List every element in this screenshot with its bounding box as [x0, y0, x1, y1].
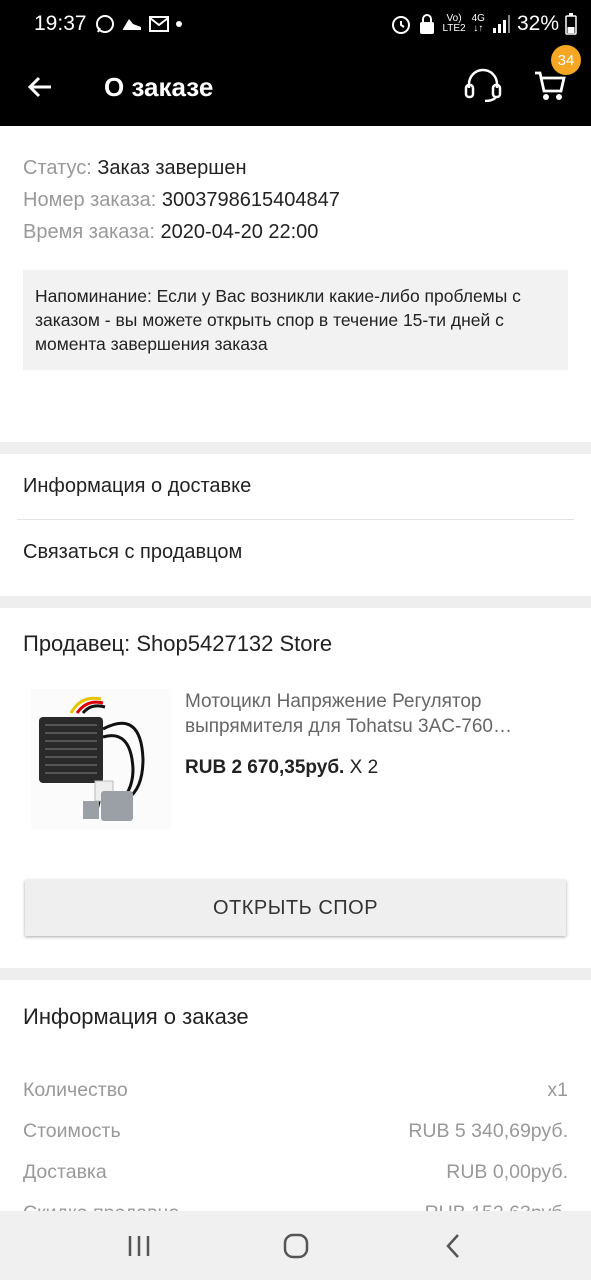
shipping-row: Доставка RUB 0,00руб.: [23, 1161, 568, 1183]
seller-discount-row: Скидка продавца- RUB 152,63руб.: [23, 1193, 568, 1211]
order-number: 3003798615404847: [161, 189, 340, 211]
cart-count-badge: 34: [551, 45, 581, 75]
product-name[interactable]: Мотоцикл Напряжение Регулятор выпрямител…: [185, 689, 565, 739]
dispute-reminder: Напоминание: Если у Вас возникли какие-л…: [23, 270, 568, 370]
signal-icon: [492, 15, 510, 33]
network-gen: 4G ↓↑: [471, 13, 485, 34]
app-bar: О заказе 34: [0, 45, 591, 126]
seller-title[interactable]: Продавец: Shop5427132 Store: [23, 608, 568, 657]
battery-percent: 32%: [516, 12, 559, 35]
order-menu: Информация о доставке Связаться с продав…: [0, 454, 591, 596]
product-item[interactable]: Мотоцикл Напряжение Регулятор выпрямител…: [23, 689, 568, 829]
order-info-title: Информация о заказе: [23, 1004, 249, 1029]
back-button[interactable]: [0, 48, 80, 126]
status-bar: 19:37 Vo) LTE2 4G ↓↑ 32%: [0, 0, 591, 48]
notification-icons: [95, 14, 183, 34]
back-arrow-icon: [27, 76, 51, 98]
lock-icon: [420, 14, 435, 34]
back-nav-icon: [445, 1233, 459, 1258]
status-time: 19:37: [34, 12, 87, 35]
recents-button[interactable]: [109, 1221, 169, 1271]
order-time: 2020-04-20 22:00: [160, 221, 319, 243]
system-nav-bar: [0, 1211, 591, 1280]
whatsapp-icon: [95, 15, 114, 33]
seller-card: Продавец: Shop5427132 Store Мотоцикл Нап…: [0, 608, 591, 968]
product-price-line: RUB 2 670,35руб. X 2: [185, 757, 565, 779]
dot-icon: [175, 21, 182, 27]
delivery-info-item[interactable]: Информация о доставке: [0, 454, 591, 519]
status-line: Статус: Заказ завершен: [23, 157, 247, 179]
home-button[interactable]: [266, 1221, 326, 1271]
headset-icon: [464, 68, 502, 102]
order-status-card: Статус: Заказ завершен Номер заказа: 300…: [0, 126, 591, 442]
order-number-line: Номер заказа: 3003798615404847: [23, 189, 340, 211]
network-label: Vo) LTE2: [442, 13, 466, 34]
open-dispute-button[interactable]: ОТКРЫТЬ СПОР: [25, 880, 566, 936]
order-time-line: Время заказа: 2020-04-20 22:00: [23, 221, 319, 243]
status-value: Заказ завершен: [97, 157, 247, 179]
order-content[interactable]: Статус: Заказ завершен Номер заказа: 300…: [0, 126, 591, 1211]
quantity-row: Количество x1: [23, 1079, 568, 1101]
product-image[interactable]: [31, 689, 171, 829]
home-icon: [283, 1233, 308, 1258]
contact-seller-item[interactable]: Связаться с продавцом: [0, 520, 591, 585]
product-quantity: X 2: [349, 757, 379, 778]
product-price: RUB 2 670,35руб.: [185, 757, 345, 778]
recents-icon: [128, 1235, 149, 1256]
cost-row: Стоимость RUB 5 340,69руб.: [23, 1120, 568, 1142]
sneaker-icon: [122, 19, 141, 30]
support-button[interactable]: [463, 68, 503, 107]
back-nav-button[interactable]: [423, 1221, 483, 1271]
cart-button[interactable]: 34: [533, 45, 581, 105]
page-title: О заказе: [104, 71, 214, 102]
battery-icon: [565, 13, 577, 35]
alarm-icon: [392, 16, 411, 34]
mail-icon: [148, 16, 169, 32]
order-info-card: Информация о заказе Количество x1 Стоимос…: [0, 980, 591, 1211]
